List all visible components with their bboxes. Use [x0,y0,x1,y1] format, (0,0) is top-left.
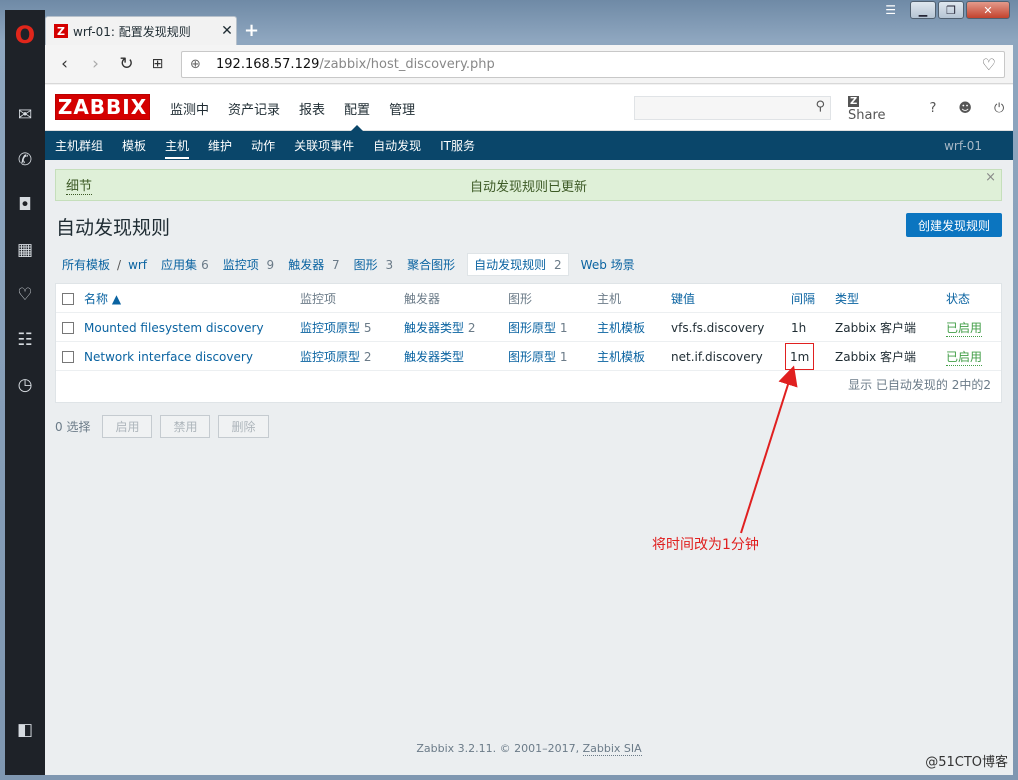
window-frame: O ✉ ✆ ◘ ▦ ♡ ☷ ◷ ◧ ☰ ▁ ❐ ✕ Z wrf-01: 配置发现… [0,0,1018,780]
camera-icon[interactable]: ◘ [5,190,45,220]
url-host: 192.168.57.129 [216,57,320,72]
footer-text: Zabbix 3.2.11. © 2001–2017, [416,742,583,755]
forward-icon[interactable]: › [80,54,111,74]
globe-icon: ⊕ [190,57,201,72]
new-tab-icon[interactable]: + [244,20,259,41]
footer-company-link[interactable]: Zabbix SIA [582,742,642,756]
browser-tab[interactable]: Z wrf-01: 配置发现规则 ✕ [45,16,237,45]
tab-title: wrf-01: 配置发现规则 [73,24,191,39]
close-window-button[interactable]: ✕ [966,1,1010,19]
url-path: /zabbix/host_discovery.php [319,57,495,72]
sidebar-toggle-icon[interactable]: ◧ [5,715,45,745]
bookmark-heart-icon[interactable]: ♡ [982,55,996,74]
speed-dial-icon[interactable]: ▦ [5,235,45,265]
tabs-grid-icon[interactable]: ⊞ [142,56,173,72]
page-footer: Zabbix 3.2.11. © 2001–2017, Zabbix SIA [45,742,1013,756]
messenger-icon[interactable]: ✉ [5,100,45,130]
close-tab-icon[interactable]: ✕ [218,23,236,39]
whatsapp-icon[interactable]: ✆ [5,145,45,175]
maximize-button[interactable]: ❐ [938,1,964,19]
address-bar-row: ‹ › ↻ ⊞ ⊕ 192.168.57.129 /zabbix/host_di… [45,45,1013,84]
annotation-text: 将时间改为1分钟 [652,537,759,553]
url-field[interactable]: ⊕ 192.168.57.129 /zabbix/host_discovery.… [181,51,1005,78]
heart-icon[interactable]: ♡ [5,280,45,310]
minimize-button[interactable]: ▁ [910,1,936,19]
history-icon[interactable]: ◷ [5,370,45,400]
zabbix-page: ZABBIX 监测中 资产记录 报表 配置 管理 ⚲ ZShare ? ☻ ⏻ [45,85,1013,775]
browser-window: ‹ › ↻ ⊞ ⊕ 192.168.57.129 /zabbix/host_di… [45,45,1013,775]
back-icon[interactable]: ‹ [49,54,80,74]
opera-logo-icon[interactable]: O [5,20,45,50]
reload-icon[interactable]: ↻ [111,54,142,74]
zabbix-favicon-icon: Z [54,24,68,38]
menu-icon[interactable]: ☰ [885,3,896,17]
news-icon[interactable]: ☷ [5,325,45,355]
opera-sidebar: O ✉ ✆ ◘ ▦ ♡ ☷ ◷ ◧ [5,10,45,775]
annotation-arrow [740,365,798,534]
watermark: @51CTO博客 [925,755,1008,770]
window-controls: ▁ ❐ ✕ [910,1,1010,19]
